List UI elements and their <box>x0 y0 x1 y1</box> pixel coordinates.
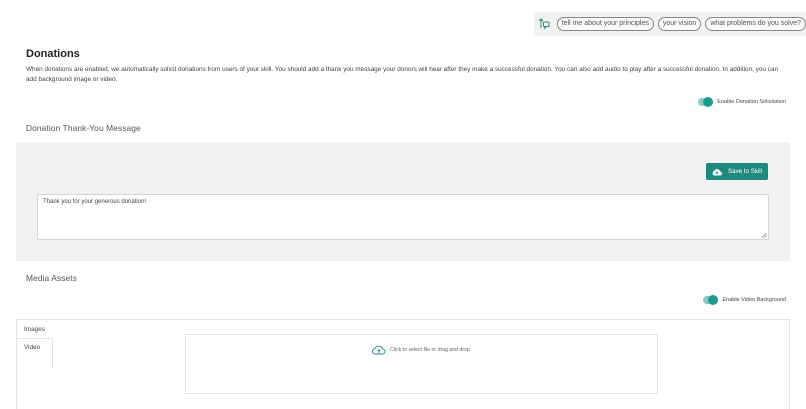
cloud-upload-icon <box>712 168 722 175</box>
tab-divider <box>17 338 53 339</box>
toggle-knob <box>703 97 714 107</box>
prompt-chip-vision[interactable]: your vision <box>657 17 702 31</box>
donations-description: When donations are enabled, we automatic… <box>26 66 779 83</box>
donation-toggle-row: Enable Donation Solicitation <box>698 97 786 107</box>
tab-images[interactable]: Images <box>24 326 45 333</box>
thank-you-panel: Save to Skill Thank you for your generou… <box>16 142 790 261</box>
thank-you-section-title: Donation Thank-You Message <box>26 123 141 133</box>
donation-solicitation-toggle[interactable] <box>698 97 714 107</box>
page-title: Donations <box>26 48 80 60</box>
prompt-chip-principles[interactable]: tell me about your principles <box>556 17 654 31</box>
cloud-upload-icon <box>372 345 386 355</box>
file-dropzone[interactable]: Click to select file or drag and drop <box>185 334 658 394</box>
tab-video[interactable]: Video <box>24 344 40 351</box>
save-button-label: Save to Skill <box>728 168 763 175</box>
video-toggle-row: Enable Video Background <box>703 295 786 305</box>
tab-divider-vertical <box>52 338 53 368</box>
thank-you-message-textarea[interactable]: Thank you for your generous donation! <box>37 194 769 240</box>
dropzone-text: Click to select file or drag and drop <box>390 347 470 353</box>
media-assets-title: Media Assets <box>26 273 78 283</box>
dropzone-content: Click to select file or drag and drop <box>372 345 470 355</box>
chat-prompt-icon <box>538 17 551 31</box>
resize-grip-icon[interactable] <box>761 232 767 238</box>
prompt-chip-problems[interactable]: what problems do you solve? <box>705 17 806 31</box>
donation-toggle-label: Enable Donation Solicitation <box>717 99 786 105</box>
thank-you-message-text: Thank you for your generous donation! <box>43 199 147 205</box>
video-toggle-label: Enable Video Background <box>722 297 786 303</box>
video-background-toggle[interactable] <box>703 295 719 305</box>
media-assets-panel: Images Video Click to select file or dra… <box>16 319 790 409</box>
save-to-skill-button[interactable]: Save to Skill <box>706 163 769 180</box>
toggle-knob <box>708 295 719 305</box>
suggested-prompts-bar: tell me about your principles your visio… <box>534 12 806 36</box>
